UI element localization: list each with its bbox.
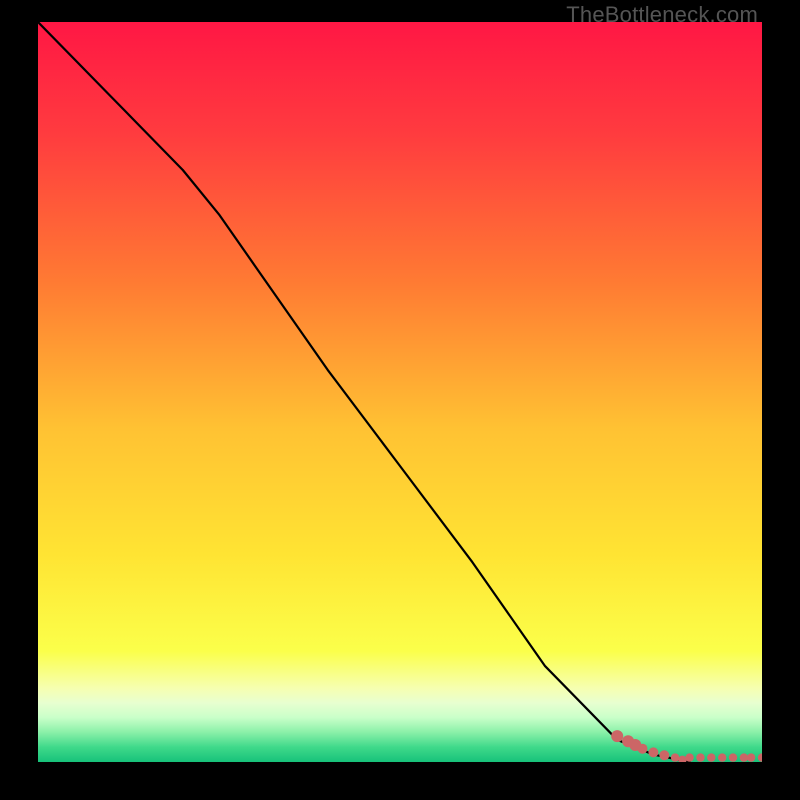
data-marker xyxy=(740,753,748,761)
marker-group xyxy=(611,730,762,762)
curve-line xyxy=(38,22,690,762)
data-marker xyxy=(747,753,755,761)
data-marker xyxy=(729,753,737,761)
data-marker xyxy=(707,753,715,761)
data-marker xyxy=(671,753,679,761)
data-marker xyxy=(648,747,658,757)
plot-area xyxy=(38,22,762,762)
data-marker xyxy=(718,753,726,761)
data-marker xyxy=(638,744,648,754)
chart-overlay xyxy=(38,22,762,762)
chart-frame: TheBottleneck.com xyxy=(0,0,800,800)
data-marker xyxy=(758,753,762,761)
data-marker xyxy=(685,753,693,761)
data-marker xyxy=(678,756,686,762)
data-marker xyxy=(611,730,623,742)
data-marker xyxy=(659,750,669,760)
data-marker xyxy=(696,753,704,761)
